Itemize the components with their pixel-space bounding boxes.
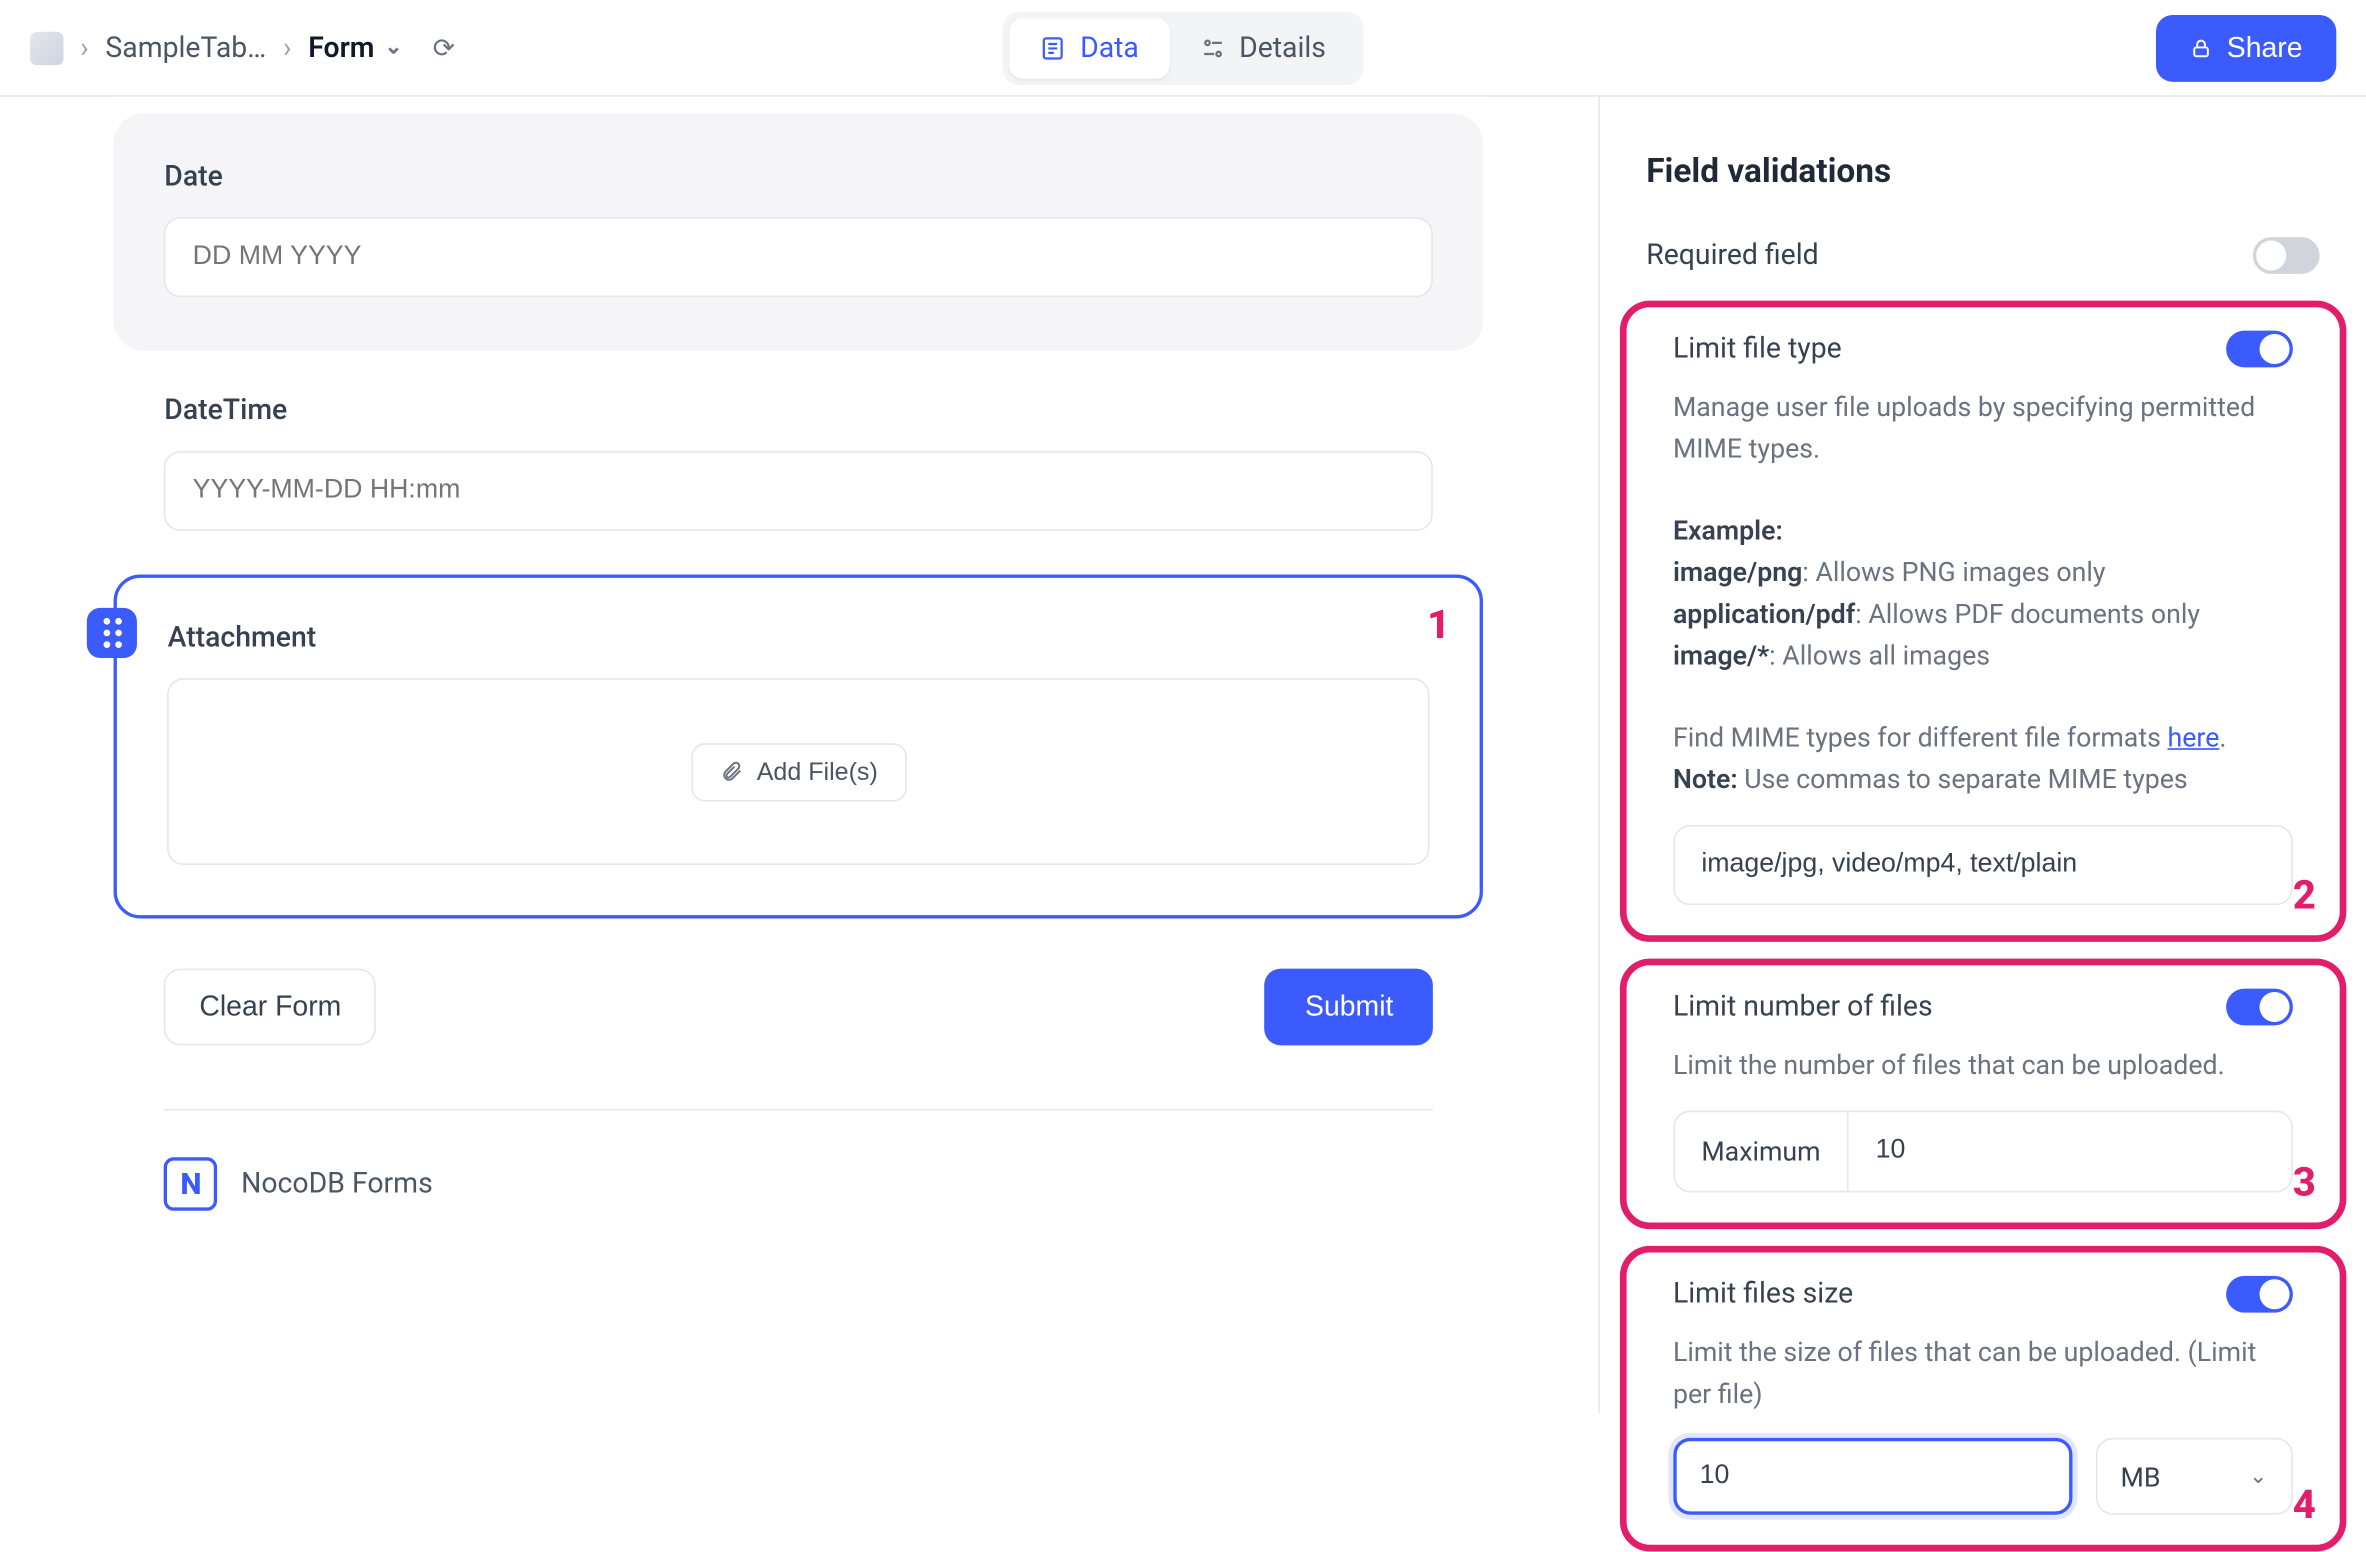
max-files-prefix: Maximum: [1675, 1112, 1849, 1190]
nocodb-logo-icon: N: [164, 1157, 217, 1210]
tab-data-label: Data: [1080, 31, 1139, 64]
limit-num-files-row: Limit number of files: [1626, 965, 2339, 1035]
breadcrumb-sep: ›: [80, 31, 89, 64]
form-actions: Clear Form Submit: [114, 919, 1483, 1046]
limit-file-size-desc: Limit the size of files that can be uplo…: [1626, 1322, 2339, 1415]
annotation-4: 4: [2293, 1482, 2316, 1529]
mime-types-input[interactable]: [1673, 825, 2293, 905]
drag-handle[interactable]: [87, 608, 137, 658]
annotation-3: 3: [2293, 1159, 2316, 1206]
chevron-down-icon: ⌄: [2249, 1464, 2267, 1489]
annotation-2: 2: [2293, 872, 2316, 919]
breadcrumb-view[interactable]: Form ⌄: [308, 31, 403, 64]
field-label: DateTime: [164, 394, 1433, 427]
topbar: › SampleTab… › Form ⌄ ⟳ Data Details Sha…: [0, 0, 2366, 97]
required-field-toggle[interactable]: [2252, 237, 2319, 274]
breadcrumb-table[interactable]: SampleTab…: [105, 31, 266, 64]
breadcrumb-view-label: Form: [308, 31, 374, 64]
field-block-date[interactable]: Date: [114, 114, 1483, 351]
limit-file-type-desc: Manage user file uploads by specifying p…: [1626, 377, 2339, 801]
file-size-inputs: MB ⌄: [1673, 1438, 2293, 1515]
nocodb-branding-label: NocoDB Forms: [241, 1167, 433, 1200]
limit-file-type-row: Limit file type: [1626, 307, 2339, 377]
file-size-unit-label: MB: [2121, 1461, 2161, 1493]
limit-num-files-section: Limit number of files Limit the number o…: [1620, 959, 2346, 1229]
limit-file-size-section: Limit files size Limit the size of files…: [1620, 1245, 2346, 1552]
form-canvas: Date DateTime 1 Attachment: [114, 97, 1483, 1261]
sliders-icon: [1199, 34, 1226, 61]
datetime-input[interactable]: [164, 451, 1433, 531]
limit-file-size-toggle[interactable]: [2226, 1275, 2293, 1312]
panel-title: Field validations: [1599, 137, 2366, 200]
limit-num-files-label: Limit number of files: [1673, 990, 1933, 1023]
divider: [164, 1109, 1433, 1111]
limit-file-type-section: Limit file type Manage user file uploads…: [1620, 301, 2346, 942]
field-block-datetime[interactable]: DateTime: [114, 394, 1483, 531]
refresh-icon[interactable]: ⟳: [433, 32, 455, 64]
limit-file-type-toggle[interactable]: [2226, 331, 2293, 368]
file-size-value-input[interactable]: [1673, 1438, 2072, 1515]
required-field-label: Required field: [1646, 239, 1818, 272]
field-settings-panel: Field validations Required field Limit f…: [1598, 97, 2366, 1412]
workspace-icon[interactable]: [30, 31, 63, 64]
share-button[interactable]: Share: [2157, 14, 2336, 81]
attachment-dropzone[interactable]: Add File(s): [168, 678, 1431, 865]
max-files-input-row: Maximum: [1673, 1110, 2293, 1192]
mime-types-link[interactable]: here: [2168, 722, 2220, 754]
lock-icon: [2190, 36, 2213, 59]
breadcrumb-sep: ›: [283, 31, 292, 64]
date-input[interactable]: [164, 217, 1433, 297]
field-label: Date: [164, 160, 1433, 193]
limit-file-size-label: Limit files size: [1673, 1277, 1853, 1310]
required-field-row: Required field: [1599, 200, 2366, 284]
clear-form-button[interactable]: Clear Form: [164, 969, 376, 1046]
add-files-button[interactable]: Add File(s): [692, 742, 907, 800]
limit-num-files-desc: Limit the number of files that can be up…: [1626, 1035, 2339, 1086]
field-block-attachment-selected[interactable]: 1 Attachment Add File(s): [114, 574, 1483, 918]
submit-button[interactable]: Submit: [1265, 969, 1434, 1046]
drag-handle-icon: [103, 618, 121, 648]
annotation-1: 1: [1427, 601, 1450, 648]
limit-file-type-label: Limit file type: [1673, 332, 1842, 365]
file-size-unit-select[interactable]: MB ⌄: [2095, 1438, 2292, 1515]
form-canvas-area: Date DateTime 1 Attachment: [0, 97, 1598, 1412]
add-files-label: Add File(s): [757, 757, 878, 785]
limit-file-size-row: Limit files size: [1626, 1252, 2339, 1322]
share-button-label: Share: [2227, 31, 2303, 64]
main: Date DateTime 1 Attachment: [0, 97, 2366, 1412]
paperclip-icon: [720, 760, 743, 783]
field-label: Attachment: [168, 621, 1431, 654]
nocodb-branding[interactable]: N NocoDB Forms: [114, 1157, 1483, 1210]
breadcrumb: › SampleTab… › Form ⌄ ⟳: [30, 31, 455, 64]
chevron-down-icon: ⌄: [384, 35, 402, 60]
tab-data[interactable]: Data: [1010, 18, 1169, 78]
limit-num-files-toggle[interactable]: [2226, 989, 2293, 1026]
tab-details-label: Details: [1239, 31, 1326, 64]
view-mode-tabs: Data Details: [1003, 11, 1362, 84]
max-files-input[interactable]: [1849, 1112, 2291, 1190]
form-icon: [1040, 34, 1067, 61]
tab-details[interactable]: Details: [1169, 18, 1356, 78]
